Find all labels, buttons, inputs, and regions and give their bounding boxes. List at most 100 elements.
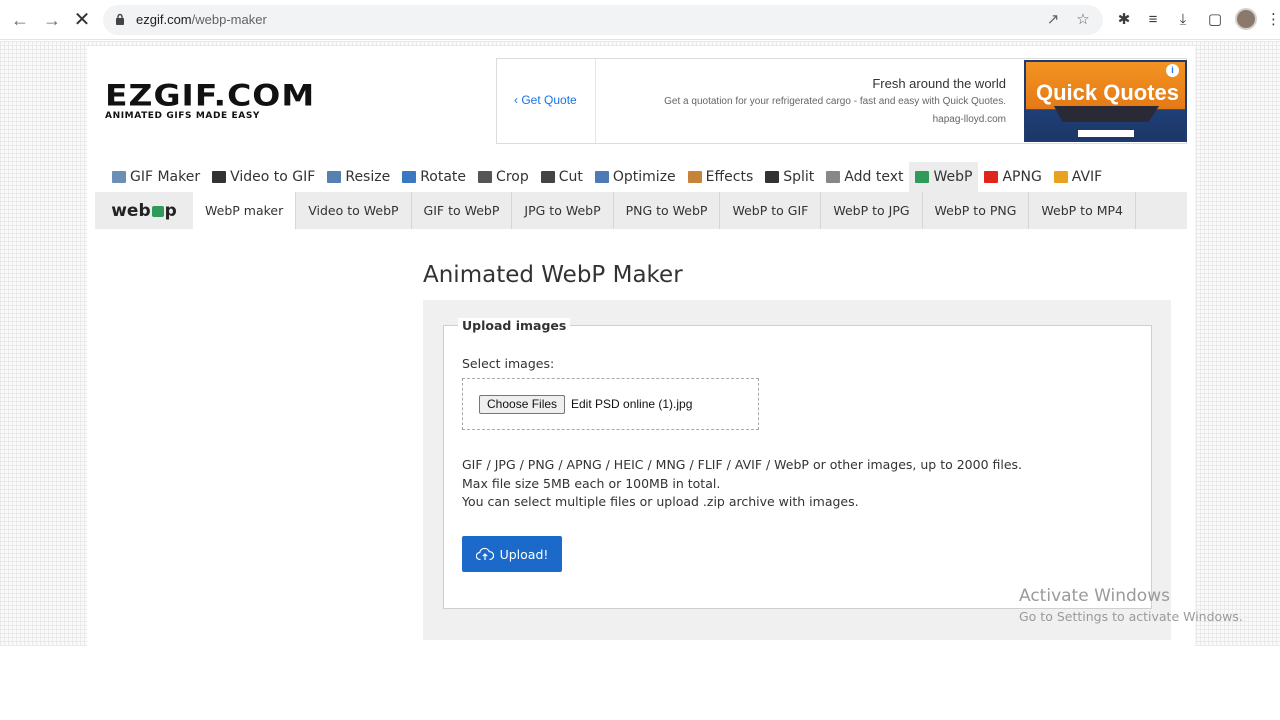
choose-files-button[interactable]: Choose Files [479, 395, 566, 414]
upload-button[interactable]: Upload! [462, 536, 562, 572]
back-icon[interactable]: ← [8, 8, 32, 32]
apng-icon [984, 171, 999, 183]
ad-banner-title: Quick Quotes [1036, 80, 1180, 105]
tab-webp-to-png[interactable]: WebP to PNG [923, 192, 1030, 229]
cloud-upload-icon [475, 547, 494, 561]
ad-body: Get a quotation for your refrigerated ca… [664, 96, 1006, 107]
reading-list-icon[interactable]: ≡ [1143, 10, 1163, 30]
tool-crop[interactable]: Crop [472, 162, 535, 192]
page-title: Animated WebP Maker [423, 262, 683, 288]
upload-info: GIF / JPG / PNG / APNG / HEIC / MNG / FL… [462, 456, 1022, 512]
ship-graphic [1054, 106, 1159, 122]
ad-get-quote-link[interactable]: ‹ Get Quote [514, 93, 577, 107]
forward-icon[interactable]: → [40, 8, 64, 32]
upload-fieldset: Upload images Select images: Choose File… [443, 318, 1152, 609]
page-viewport: EZGIF.COM ANIMATED GIFS MADE EASY ‹ Get … [0, 41, 1280, 646]
tool-label: Split [783, 169, 815, 185]
optimize-icon [594, 171, 609, 183]
url-text: ezgif.com/webp-maker [136, 12, 267, 27]
tool-optimize[interactable]: Optimize [589, 162, 682, 192]
tab-webp-to-gif[interactable]: WebP to GIF [720, 192, 822, 229]
webp-subnav: web p WebP maker Video to WebP GIF to WebP J… [95, 192, 1187, 229]
address-bar[interactable]: ezgif.com/webp-maker ↗ ☆ [103, 5, 1103, 35]
tool-gif-maker[interactable]: GIF Maker [106, 162, 206, 192]
tool-label: GIF Maker [130, 169, 201, 185]
tool-rotate[interactable]: Rotate [396, 162, 472, 192]
rotate-icon [402, 171, 417, 183]
tool-label: Resize [345, 169, 391, 185]
upload-button-label: Upload! [499, 546, 549, 562]
tool-label: Effects [705, 169, 754, 185]
browser-toolbar: ← → ✕ ezgif.com/webp-maker ↗ ☆ ✱ ≡ ⤓ ▢ ⋮ [0, 0, 1280, 40]
tool-effects[interactable]: Effects [682, 162, 760, 192]
tool-avif[interactable]: AVIF [1048, 162, 1108, 192]
ezgif-logo[interactable]: EZGIF.COM ANIMATED GIFS MADE EASY [105, 77, 335, 121]
tab-video-to-webp[interactable]: Video to WebP [296, 192, 412, 229]
watermark-title: Activate Windows [1019, 586, 1170, 606]
tab-webp-maker[interactable]: WebP maker [193, 192, 297, 229]
ad-headline[interactable]: Fresh around the world [872, 76, 1006, 91]
logo-main-text: EZGIF.COM [105, 77, 316, 113]
stop-icon[interactable]: ✕ [70, 8, 94, 32]
tab-webp-to-jpg[interactable]: WebP to JPG [821, 192, 923, 229]
ad-domain[interactable]: hapag-lloyd.com [933, 114, 1006, 125]
file-drop-area[interactable]: Choose Files Edit PSD online (1).jpg [462, 378, 759, 430]
lock-icon [116, 13, 124, 25]
menu-icon[interactable]: ⋮ [1266, 10, 1280, 30]
ad-banner-cta [1078, 130, 1134, 137]
tool-label: Add text [844, 169, 904, 185]
star-icon[interactable]: ☆ [1073, 11, 1093, 29]
tool-label: Crop [496, 169, 529, 185]
tool-label: Optimize [612, 169, 676, 185]
webp-icon [915, 171, 930, 183]
tab-gif-to-webp[interactable]: GIF to WebP [412, 192, 513, 229]
tool-label: Rotate [420, 169, 467, 185]
ad-banner-image[interactable]: Quick Quotes i [1024, 60, 1187, 142]
cut-icon [540, 171, 555, 183]
film-icon [212, 171, 227, 183]
profile-avatar[interactable] [1235, 8, 1257, 30]
tool-add-text[interactable]: Add text [820, 162, 909, 192]
tool-label: APNG [1002, 169, 1042, 185]
tool-split[interactable]: Split [759, 162, 820, 192]
selected-file-name: Edit PSD online (1).jpg [571, 397, 693, 411]
extensions-icon[interactable]: ✱ [1114, 10, 1134, 30]
tool-menu: GIF Maker Video to GIF Resize Rotate Crop Cut… [106, 162, 1108, 192]
tool-label: Video to GIF [230, 169, 316, 185]
share-icon[interactable]: ↗ [1043, 11, 1063, 29]
info-line-multiple: You can select multiple files or upload … [462, 494, 859, 509]
tool-label: WebP [933, 169, 973, 185]
info-line-formats: GIF / JPG / PNG / APNG / HEIC / MNG / FL… [462, 457, 1023, 472]
avif-icon [1053, 171, 1068, 183]
fieldset-legend: Upload images [458, 318, 571, 333]
crop-icon [478, 171, 493, 183]
tool-label: AVIF [1071, 169, 1103, 185]
site-container: EZGIF.COM ANIMATED GIFS MADE EASY ‹ Get … [87, 46, 1195, 646]
tab-png-to-webp[interactable]: PNG to WebP [614, 192, 721, 229]
add-text-icon [826, 171, 841, 183]
tool-resize[interactable]: Resize [321, 162, 396, 192]
info-line-size: Max file size 5MB each or 100MB in total… [462, 475, 721, 491]
webp-logo-mark [151, 206, 164, 217]
webp-logo[interactable]: web p [95, 192, 193, 229]
tab-webp-to-mp4[interactable]: WebP to MP4 [1029, 192, 1136, 229]
watermark-subtitle: Go to Settings to activate Windows. [1019, 609, 1243, 624]
ad-info-icon[interactable]: i [1166, 64, 1179, 77]
gif-maker-icon [112, 171, 126, 183]
split-icon [765, 171, 780, 183]
logo-tagline: ANIMATED GIFS MADE EASY [105, 111, 261, 121]
advertisement[interactable]: ‹ Get Quote Fresh around the world Get a… [496, 58, 1187, 144]
side-panel-icon[interactable]: ▢ [1205, 10, 1225, 30]
download-icon[interactable]: ⤓ [1173, 10, 1193, 30]
tool-cut[interactable]: Cut [535, 162, 589, 192]
tab-jpg-to-webp[interactable]: JPG to WebP [512, 192, 614, 229]
tool-label: Cut [558, 169, 583, 185]
tool-video-to-gif[interactable]: Video to GIF [206, 162, 321, 192]
tool-apng[interactable]: APNG [978, 162, 1047, 192]
effects-icon [687, 171, 702, 183]
tool-webp[interactable]: WebP [909, 162, 979, 192]
windows-watermark: Activate Windows Go to Settings to activ… [1019, 586, 1243, 624]
ad-quote-cell: ‹ Get Quote [497, 59, 596, 143]
select-images-label: Select images: [462, 356, 555, 371]
resize-icon [327, 171, 342, 183]
